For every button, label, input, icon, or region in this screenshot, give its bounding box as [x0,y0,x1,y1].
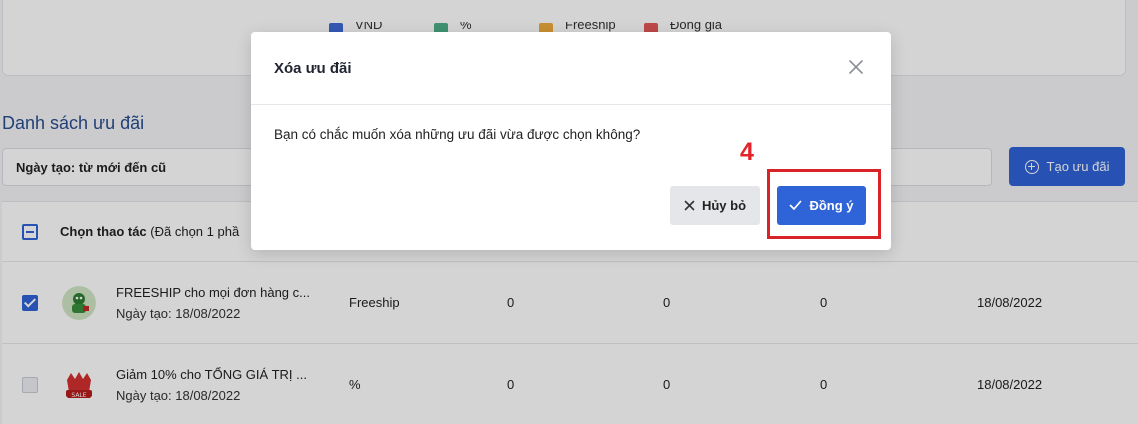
step-number-annotation: 4 [740,138,754,166]
dialog-message: Bạn có chắc muốn xóa những ưu đãi vừa đư… [274,127,641,142]
dialog-title: Xóa ưu đãi [274,60,352,77]
cancel-button[interactable]: Hủy bỏ [670,186,760,225]
dialog-header: Xóa ưu đãi [251,32,891,105]
close-icon[interactable] [847,58,865,76]
highlight-box-annotation [767,169,881,239]
cancel-label: Hủy bỏ [701,198,747,213]
close-x-icon [684,200,695,211]
